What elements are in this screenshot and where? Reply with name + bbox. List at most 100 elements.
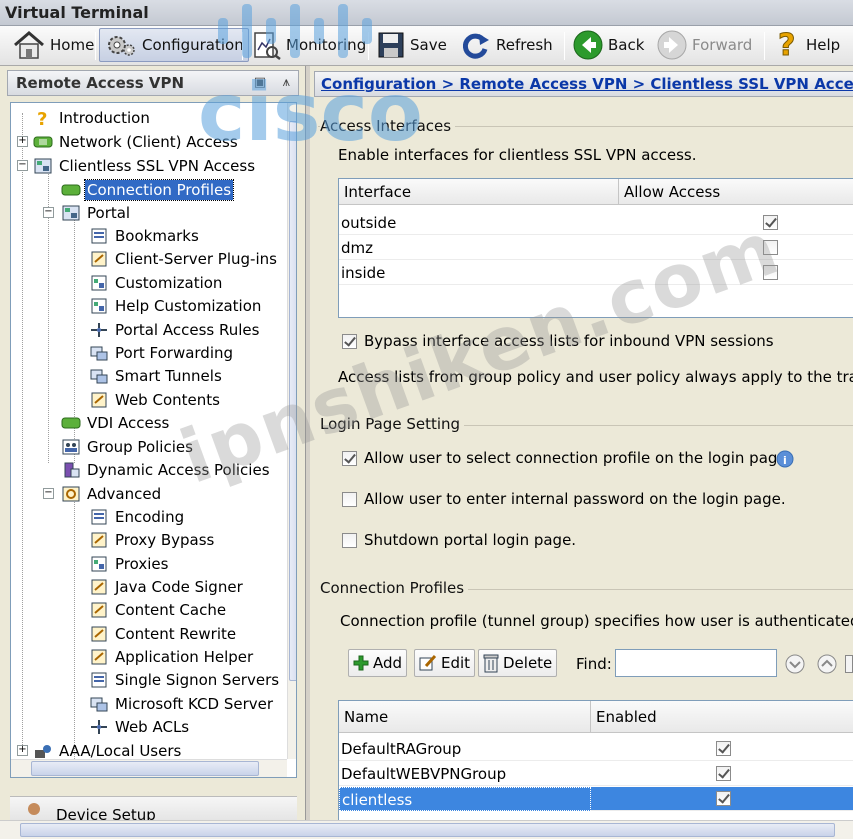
tree-item-bookmarks[interactable]: Bookmarks bbox=[89, 225, 201, 247]
interface-name: inside bbox=[341, 264, 386, 282]
tree-vertical-scroll-thumb[interactable] bbox=[289, 121, 296, 681]
profile-enabled-checkbox[interactable] bbox=[716, 741, 731, 756]
edit-button[interactable]: Edit bbox=[414, 649, 476, 677]
tree-horizontal-scroll-thumb[interactable] bbox=[31, 761, 259, 776]
main-horizontal-scrollbar[interactable] bbox=[0, 820, 853, 839]
tree-item-group-policies[interactable]: Group Policies bbox=[61, 436, 195, 458]
smart-tunnel-icon bbox=[89, 367, 109, 385]
column-interface[interactable]: Interface bbox=[339, 179, 619, 205]
connection-profiles-description: Connection profile (tunnel group) specif… bbox=[340, 612, 853, 630]
tree-horizontal-scrollbar[interactable] bbox=[11, 759, 287, 777]
refresh-button[interactable]: Refresh bbox=[456, 28, 557, 62]
configuration-button[interactable]: Configuration bbox=[99, 28, 249, 62]
web-contents-icon bbox=[89, 391, 109, 409]
column-enabled[interactable]: Enabled bbox=[591, 701, 853, 733]
allow-internal-password-checkbox[interactable] bbox=[342, 492, 357, 507]
table-row[interactable]: inside bbox=[339, 261, 853, 285]
table-row[interactable]: outside bbox=[339, 211, 853, 235]
tree-item-encoding[interactable]: Encoding bbox=[89, 506, 186, 528]
allow-access-checkbox-dmz[interactable] bbox=[763, 240, 778, 255]
main-toolbar: Home Configuration Monitoring Save Refre… bbox=[0, 26, 853, 66]
tree-item-microsoft-kcd-server[interactable]: Microsoft KCD Server bbox=[89, 693, 275, 715]
tree-item-application-helper[interactable]: Application Helper bbox=[89, 646, 255, 668]
clientless-vpn-icon bbox=[33, 157, 53, 175]
tree-item-advanced[interactable]: Advanced bbox=[61, 483, 163, 505]
find-options-icon[interactable] bbox=[845, 655, 853, 673]
allow-select-profile-checkbox[interactable] bbox=[342, 451, 357, 466]
find-previous-up-icon[interactable] bbox=[816, 653, 838, 679]
profile-name: DefaultWEBVPNGroup bbox=[341, 765, 507, 783]
tree-vertical-scrollbar[interactable] bbox=[287, 103, 296, 759]
pin-icon[interactable]: ⩚ bbox=[283, 75, 290, 90]
breadcrumb[interactable]: Configuration > Remote Access VPN > Clie… bbox=[314, 71, 853, 97]
vpn-tunnel-icon bbox=[33, 133, 53, 151]
tree-item-network-client-access[interactable]: Network (Client) Access bbox=[33, 131, 240, 153]
web-acl-icon bbox=[89, 718, 109, 736]
tree-item-client-server-plugins[interactable]: Client-Server Plug-ins bbox=[89, 248, 279, 270]
allow-internal-password-label[interactable]: Allow user to enter internal password on… bbox=[364, 490, 786, 508]
tree-item-proxies[interactable]: Proxies bbox=[89, 553, 170, 575]
monitoring-icon bbox=[250, 30, 282, 60]
forward-button[interactable]: Forward bbox=[652, 28, 756, 62]
table-row-selected[interactable]: clientless bbox=[339, 787, 853, 811]
tree-item-smart-tunnels[interactable]: Smart Tunnels bbox=[89, 365, 224, 387]
find-next-down-icon[interactable] bbox=[784, 653, 806, 679]
tree-item-java-code-signer[interactable]: Java Code Signer bbox=[89, 576, 245, 598]
info-icon[interactable]: i bbox=[776, 450, 794, 472]
tree-item-proxy-bypass[interactable]: Proxy Bypass bbox=[89, 529, 216, 551]
table-row[interactable]: dmz bbox=[339, 236, 853, 260]
collapse-icon[interactable]: − bbox=[43, 207, 54, 218]
tree-item-portal-access-rules[interactable]: Portal Access Rules bbox=[89, 319, 261, 341]
tree-item-web-contents[interactable]: Web Contents bbox=[89, 389, 222, 411]
java-signer-icon bbox=[89, 578, 109, 596]
home-button[interactable]: Home bbox=[8, 28, 98, 62]
tree-item-content-cache[interactable]: Content Cache bbox=[89, 599, 228, 621]
bookmark-icon bbox=[89, 227, 109, 245]
access-interfaces-description: Enable interfaces for clientless SSL VPN… bbox=[338, 146, 697, 164]
profile-enabled-checkbox[interactable] bbox=[716, 766, 731, 781]
tree-item-dynamic-access-policies[interactable]: Dynamic Access Policies bbox=[61, 459, 272, 481]
edit-icon bbox=[419, 654, 437, 672]
tree-item-content-rewrite[interactable]: Content Rewrite bbox=[89, 623, 238, 645]
tree-item-customization[interactable]: Customization bbox=[89, 272, 224, 294]
expand-icon[interactable]: + bbox=[17, 136, 28, 147]
expand-icon[interactable]: + bbox=[17, 745, 28, 756]
allow-select-profile-label[interactable]: Allow user to select connection profile … bbox=[364, 449, 791, 467]
tree-item-portal[interactable]: Portal bbox=[61, 202, 132, 224]
tree-item-port-forwarding[interactable]: Port Forwarding bbox=[89, 342, 235, 364]
table-row[interactable]: DefaultWEBVPNGroup bbox=[339, 762, 853, 786]
profile-enabled-checkbox[interactable] bbox=[716, 791, 731, 806]
help-button[interactable]: ? Help bbox=[770, 28, 844, 62]
monitoring-button[interactable]: Monitoring bbox=[246, 28, 370, 62]
tree-item-vdi-access[interactable]: VDI Access bbox=[61, 412, 171, 434]
bypass-access-lists-checkbox[interactable] bbox=[342, 334, 357, 349]
tree-item-help-customization[interactable]: Help Customization bbox=[89, 295, 263, 317]
table-row[interactable]: DefaultRAGroup bbox=[339, 737, 853, 761]
bypass-access-lists-label[interactable]: Bypass interface access lists for inboun… bbox=[364, 332, 774, 350]
collapse-icon[interactable]: − bbox=[17, 160, 28, 171]
tree-item-clientless-ssl-vpn-access[interactable]: Clientless SSL VPN Access bbox=[33, 155, 257, 177]
delete-button[interactable]: Delete bbox=[478, 649, 558, 677]
connection-profiles-group bbox=[410, 589, 853, 590]
collapse-icon[interactable]: − bbox=[43, 488, 54, 499]
float-panel-icon[interactable]: ▣ bbox=[254, 75, 266, 90]
tree-item-web-acls[interactable]: Web ACLs bbox=[89, 716, 191, 738]
column-allow-access[interactable]: Allow Access bbox=[619, 179, 853, 205]
back-button[interactable]: Back bbox=[568, 28, 648, 62]
tree-item-connection-profiles[interactable]: Connection Profiles bbox=[61, 179, 235, 201]
breadcrumb-link[interactable]: Configuration > Remote Access VPN > Clie… bbox=[321, 75, 853, 93]
tree-item-single-signon-servers[interactable]: Single Signon Servers bbox=[89, 669, 281, 691]
allow-access-checkbox-outside[interactable] bbox=[763, 215, 778, 230]
proxy-bypass-icon bbox=[89, 531, 109, 549]
allow-access-checkbox-inside[interactable] bbox=[763, 265, 778, 280]
login-page-title: Login Page Setting bbox=[320, 415, 465, 433]
save-button[interactable]: Save bbox=[372, 28, 451, 62]
main-horizontal-scroll-thumb[interactable] bbox=[20, 823, 835, 837]
tree-item-introduction[interactable]: ? Introduction bbox=[33, 107, 152, 129]
column-name[interactable]: Name bbox=[339, 701, 591, 733]
profile-name: clientless bbox=[339, 787, 591, 811]
shutdown-login-page-label[interactable]: Shutdown portal login page. bbox=[364, 531, 576, 549]
add-button[interactable]: Add bbox=[348, 649, 408, 677]
find-input[interactable] bbox=[615, 649, 777, 677]
shutdown-login-page-checkbox[interactable] bbox=[342, 533, 357, 548]
